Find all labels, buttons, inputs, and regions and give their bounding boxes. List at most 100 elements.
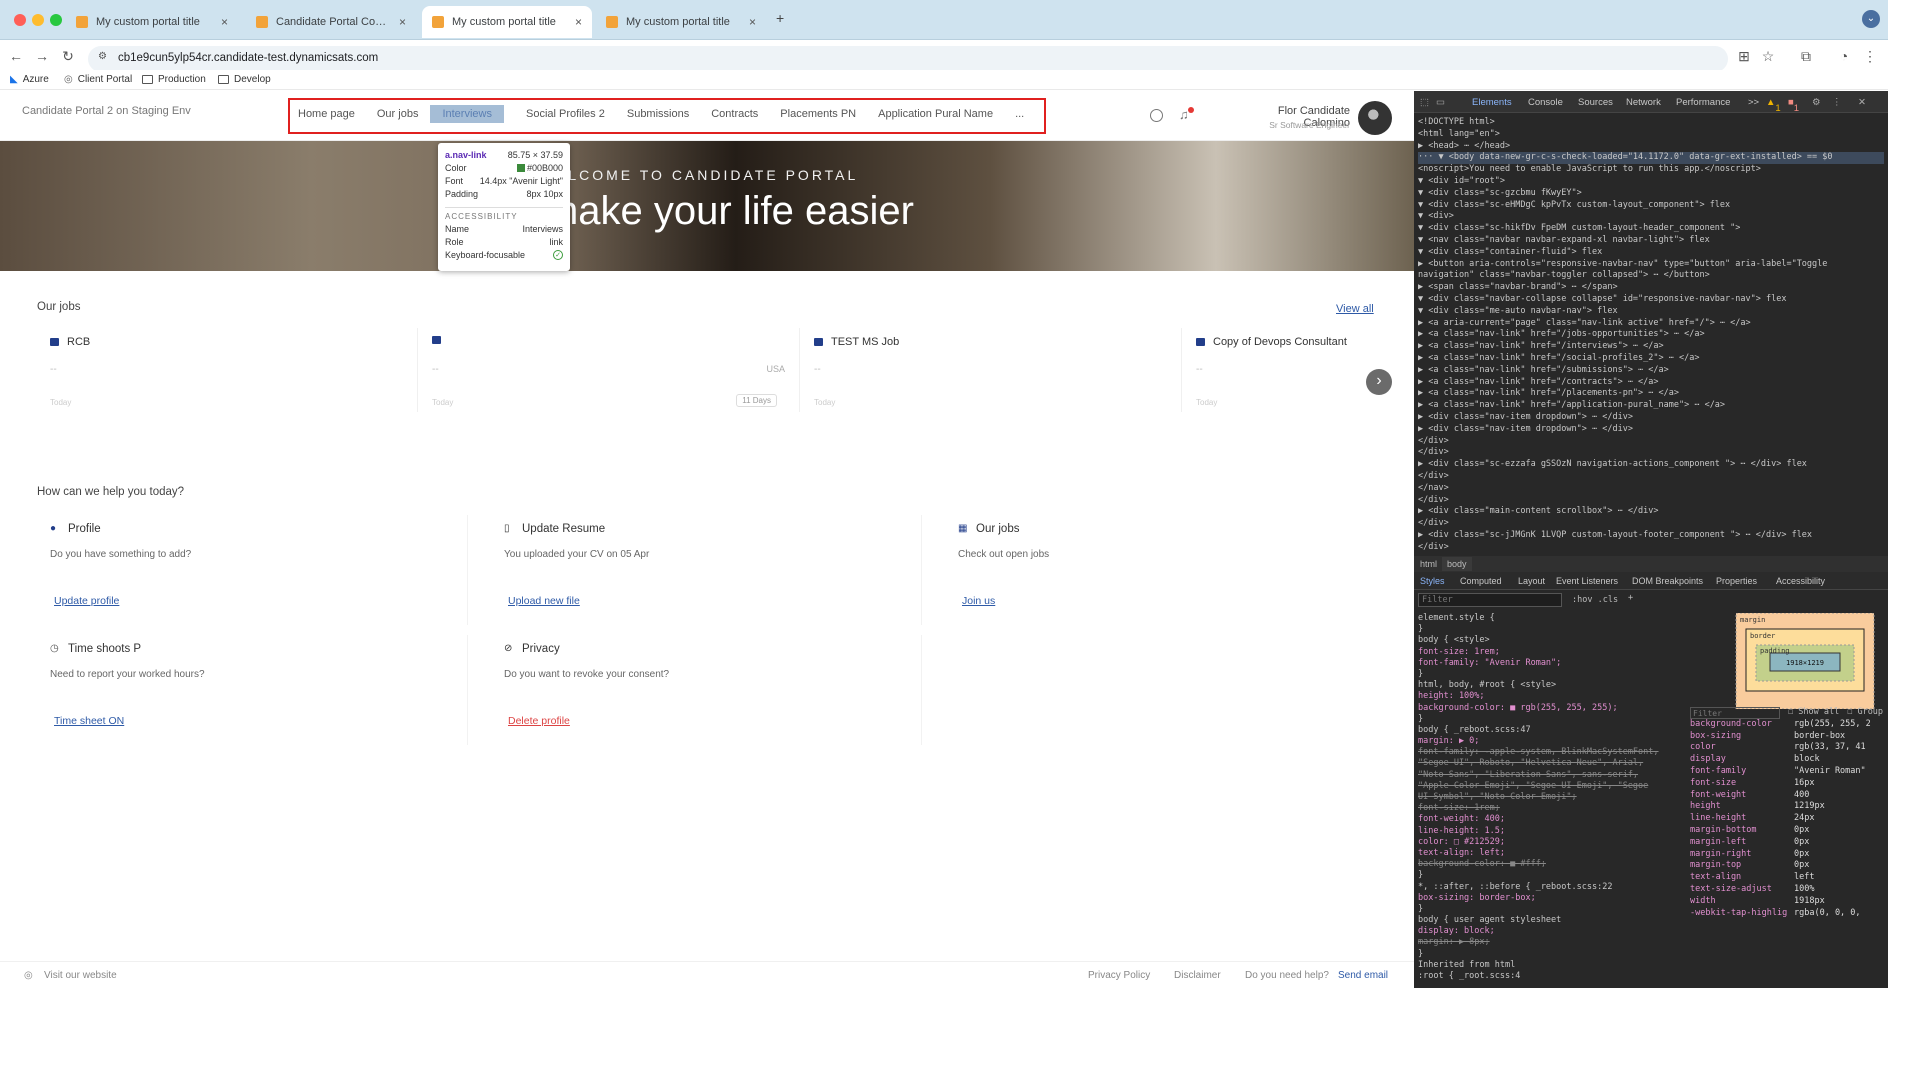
show-all-checkbox[interactable]: ☐ Show all <box>1788 707 1839 719</box>
computed-property-row[interactable]: width 1918px <box>1690 896 1888 908</box>
view-all-link[interactable]: View all <box>1336 303 1374 315</box>
time-sheet-link[interactable]: Time sheet ON <box>54 715 124 727</box>
visit-website-link[interactable]: Visit our website <box>44 970 117 981</box>
style-rule-line[interactable]: display: block; <box>1418 926 1688 937</box>
computed-property-row[interactable]: margin-bottom 0px <box>1690 825 1888 837</box>
breadcrumb-body[interactable]: body <box>1442 557 1472 571</box>
dom-tree-line[interactable]: ▶ <a class="nav-link" href="/interviews"… <box>1418 341 1884 353</box>
nav-application[interactable]: Application Pural Name <box>878 108 993 120</box>
breadcrumb-html[interactable]: html <box>1420 559 1437 569</box>
nav-our-jobs[interactable]: Our jobs <box>377 108 419 120</box>
tab-sources[interactable]: Sources <box>1578 97 1613 108</box>
dom-tree-line[interactable]: ··· ▼ <body data-new-gr-c-s-check-loaded… <box>1418 152 1884 165</box>
portal-brand[interactable]: Candidate Portal 2 on Staging Env <box>22 105 191 117</box>
browser-tab[interactable]: My custom portal title × <box>596 6 766 38</box>
dom-tree-line[interactable]: ▶ <div class="sc-ezzafa gSSOzN navigatio… <box>1418 459 1884 471</box>
computed-property-row[interactable]: font-size 16px <box>1690 778 1888 790</box>
devtools-close-icon[interactable]: ✕ <box>1858 97 1866 108</box>
nav-social-profiles[interactable]: Social Profiles 2 <box>526 108 605 120</box>
nav-submissions[interactable]: Submissions <box>627 108 689 120</box>
style-rule-line[interactable]: margin: ▶ 8px; <box>1418 937 1688 948</box>
avatar[interactable] <box>1358 101 1392 135</box>
dom-tree-line[interactable]: ▶ <a class="nav-link" href="/submissions… <box>1418 365 1884 377</box>
nav-contracts[interactable]: Contracts <box>711 108 758 120</box>
dom-tree-line[interactable]: </div> <box>1418 542 1884 554</box>
tab-event-listeners[interactable]: Event Listeners <box>1556 576 1618 586</box>
close-tab-icon[interactable]: × <box>749 15 756 29</box>
style-rule-line[interactable]: box-sizing: border-box; <box>1418 893 1688 904</box>
new-tab-button[interactable]: + <box>776 10 784 26</box>
computed-property-row[interactable]: text-size-adjust 100% <box>1690 884 1888 896</box>
style-rule-line[interactable]: :root { _root.scss:4 <box>1418 971 1688 982</box>
style-rule-line[interactable]: Inherited from html <box>1418 960 1688 971</box>
computed-property-row[interactable]: line-height 24px <box>1690 813 1888 825</box>
style-rule-line[interactable]: UI Symbol", "Noto Color Emoji"; <box>1418 792 1688 803</box>
join-us-link[interactable]: Join us <box>962 595 995 607</box>
tab-dom-breakpoints[interactable]: DOM Breakpoints <box>1632 576 1703 586</box>
dom-tree-line[interactable]: ▼ <div id="root"> <box>1418 176 1884 188</box>
tab-layout[interactable]: Layout <box>1518 576 1545 586</box>
dom-tree-line[interactable]: </div> <box>1418 471 1884 483</box>
style-rule-line[interactable]: font-size: 1rem; <box>1418 647 1688 658</box>
computed-property-row[interactable]: display block <box>1690 754 1888 766</box>
computed-property-row[interactable]: height 1219px <box>1690 801 1888 813</box>
dom-tree-line[interactable]: ▶ <head> ⋯ </head> <box>1418 141 1884 153</box>
dom-tree-line[interactable]: ▶ <div class="sc-jJMGnK 1LVQP custom-lay… <box>1418 530 1884 542</box>
nav-interviews[interactable]: Interviews <box>430 105 504 123</box>
devtools-menu-icon[interactable]: ⋮ <box>1832 97 1842 108</box>
dom-tree-line[interactable]: ▼ <div class="navbar-collapse collapse" … <box>1418 294 1884 306</box>
style-rule-line[interactable]: *, ::after, ::before { _reboot.scss:22 <box>1418 882 1688 893</box>
job-card[interactable]: Copy of Devops Consultant -- Today <box>1184 328 1404 412</box>
nav-home-page[interactable]: Home page <box>298 108 355 120</box>
dom-tree-line[interactable]: <noscript>You need to enable JavaScript … <box>1418 164 1884 176</box>
tab-computed[interactable]: Computed <box>1460 576 1502 586</box>
style-rule-line[interactable]: background-color: ■ #fff; <box>1418 859 1688 870</box>
inspect-element-icon[interactable]: ⬚ <box>1420 97 1429 108</box>
dom-tree-line[interactable]: <!DOCTYPE html> <box>1418 117 1884 129</box>
dom-tree-line[interactable]: ▶ <span class="navbar-brand"> ⋯ </span> <box>1418 282 1884 294</box>
style-rule-line[interactable]: height: 100%; <box>1418 691 1688 702</box>
style-rule-line[interactable]: body { <style> <box>1418 635 1688 646</box>
dom-tree-line[interactable]: </div> <box>1418 447 1884 459</box>
dom-tree-line[interactable]: ▼ <nav class="navbar navbar-expand-xl na… <box>1418 235 1884 247</box>
computed-filter-input[interactable]: Filter <box>1690 707 1780 719</box>
style-rule-line[interactable]: body { _reboot.scss:47 <box>1418 725 1688 736</box>
notification-bell-icon[interactable]: ♫ <box>1179 107 1194 122</box>
style-rule-line[interactable]: body { user agent stylesheet <box>1418 915 1688 926</box>
job-card[interactable]: -- USA Today 11 Days <box>420 328 800 412</box>
warning-icon[interactable]: ▲ 1 <box>1766 97 1781 114</box>
style-rules[interactable]: element.style {} body { <style> font-size… <box>1418 613 1688 982</box>
tab-performance[interactable]: Performance <box>1676 97 1730 108</box>
dom-tree-line[interactable]: navigation" class="navbar-toggler collap… <box>1418 270 1884 282</box>
forward-arrow-icon[interactable]: → <box>32 48 52 64</box>
style-rule-line[interactable]: color: □ #212529; <box>1418 837 1688 848</box>
computed-property-row[interactable]: font-family "Avenir Roman" <box>1690 766 1888 778</box>
nav-more[interactable]: ... <box>1015 108 1024 120</box>
dom-tree-line[interactable]: ▶ <button aria-controls="responsive-navb… <box>1418 259 1884 271</box>
tab-elements[interactable]: Elements <box>1472 97 1512 108</box>
style-rule-line[interactable]: font-weight: 400; <box>1418 814 1688 825</box>
upload-new-file-link[interactable]: Upload new file <box>508 595 580 607</box>
back-arrow-icon[interactable]: ← <box>6 48 26 64</box>
dom-tree-line[interactable]: <html lang="en"> <box>1418 129 1884 141</box>
delete-profile-link[interactable]: Delete profile <box>508 715 570 727</box>
dom-tree-line[interactable]: </div> <box>1418 518 1884 530</box>
style-rule-line[interactable]: } <box>1418 669 1688 680</box>
bookmark-client-portal[interactable]: ◎ Client Portal <box>64 74 132 85</box>
style-rule-line[interactable]: line-height: 1.5; <box>1418 826 1688 837</box>
dom-tree-line[interactable]: </div> <box>1418 495 1884 507</box>
style-rule-line[interactable]: html, body, #root { <style> <box>1418 680 1688 691</box>
browser-tab[interactable]: Candidate Portal Config HTM× <box>246 6 416 38</box>
update-profile-link[interactable]: Update profile <box>54 595 119 607</box>
browser-tab[interactable]: My custom portal title × <box>66 6 238 38</box>
dom-tree-line[interactable]: ▼ <div class="container-fluid"> flex <box>1418 247 1884 259</box>
computed-property-row[interactable]: text-align left <box>1690 872 1888 884</box>
browser-tab-active[interactable]: My custom portal title × <box>422 6 592 38</box>
dom-tree-line[interactable]: ▶ <div class="main-content scrollbox"> ⋯… <box>1418 506 1884 518</box>
dom-tree-line[interactable]: ▼ <div class="sc-hikfDv FpeDM custom-lay… <box>1418 223 1884 235</box>
close-tab-icon[interactable]: × <box>575 15 582 29</box>
group-checkbox[interactable]: ☐ Group <box>1847 707 1883 719</box>
close-window-button[interactable] <box>14 14 26 26</box>
dom-tree-line[interactable]: ▶ <a class="nav-link" href="/placements-… <box>1418 388 1884 400</box>
carousel-next-button[interactable]: › <box>1366 369 1392 395</box>
